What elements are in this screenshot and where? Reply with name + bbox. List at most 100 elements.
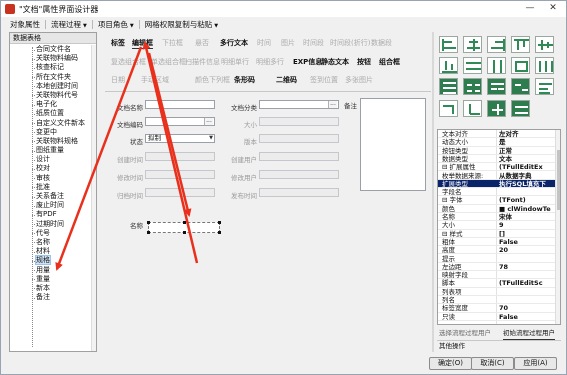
property-row[interactable]: 名称 宋体 bbox=[438, 213, 555, 222]
split-layout-icon[interactable] bbox=[511, 78, 530, 95]
modified-time-field[interactable] bbox=[145, 170, 215, 179]
tree-item[interactable]: 重量 bbox=[10, 275, 96, 284]
toolbar-widget-button[interactable]: 明细单行 bbox=[221, 56, 249, 68]
tree-item[interactable]: 代号 bbox=[10, 229, 96, 238]
tab-initial-process-users[interactable]: 初始流程过程用户 bbox=[503, 327, 555, 340]
menu-object-properties[interactable]: 对象属性 bbox=[7, 18, 43, 31]
property-row[interactable]: ⊟ 样式 [] bbox=[438, 230, 555, 238]
menu-project-role[interactable]: 项目角色 ▼ bbox=[95, 18, 137, 31]
size-field[interactable] bbox=[259, 117, 339, 126]
tree-item[interactable]: 名称 bbox=[10, 238, 96, 247]
property-row[interactable]: ⊟ 字体 (TFont) bbox=[438, 196, 555, 205]
tree-scrollbar[interactable] bbox=[91, 45, 96, 351]
bring-front-icon[interactable] bbox=[439, 100, 458, 117]
property-row[interactable]: 脚本 (TFullEditSc bbox=[438, 279, 555, 288]
tree-item[interactable]: 关联物料编码 bbox=[10, 54, 96, 63]
tree-item[interactable]: 本地创建时间 bbox=[10, 82, 96, 91]
property-value[interactable]: [] bbox=[499, 230, 555, 238]
send-back-icon[interactable] bbox=[463, 100, 482, 117]
group-layout-icon[interactable] bbox=[487, 78, 506, 95]
toolbar-widget-button[interactable]: 颜色下列框 bbox=[195, 74, 230, 86]
property-row[interactable]: 粗体 False bbox=[438, 238, 555, 247]
property-value[interactable]: 9 bbox=[499, 221, 555, 229]
tree-item[interactable]: 电子化 bbox=[10, 100, 96, 109]
property-value[interactable]: 是 bbox=[499, 138, 555, 146]
resize-handle[interactable] bbox=[183, 221, 186, 224]
grid-layout-icon[interactable] bbox=[463, 78, 482, 95]
doc-name-field[interactable] bbox=[145, 100, 215, 109]
menu-process[interactable]: 流程过程 ▼ bbox=[48, 18, 90, 31]
same-height-icon[interactable] bbox=[487, 57, 506, 74]
tree-item[interactable]: 审核 bbox=[10, 174, 96, 183]
tree-item[interactable]: 备注 bbox=[10, 293, 96, 302]
toolbar-widget-button[interactable]: 下拉框 bbox=[162, 37, 183, 49]
property-row[interactable]: ⊟ 扩展属性 (TFullEditEx bbox=[438, 163, 555, 172]
tree-item[interactable]: 材料 bbox=[10, 247, 96, 256]
version-field[interactable] bbox=[259, 134, 339, 143]
tree-item[interactable]: 关联物料规格 bbox=[10, 137, 96, 146]
property-row[interactable]: 列表项 bbox=[438, 288, 555, 296]
tree-item[interactable]: 用量 bbox=[10, 266, 96, 275]
toolbar-widget-button[interactable]: 扫描件信息 bbox=[185, 56, 220, 68]
toolbar-widget-button[interactable]: 按钮 bbox=[357, 56, 371, 68]
tree-item[interactable]: 所在文件夹 bbox=[10, 73, 96, 82]
property-value[interactable]: 正常 bbox=[499, 147, 555, 155]
same-size-icon[interactable] bbox=[511, 57, 530, 74]
toolbar-widget-button[interactable]: 编辑框 bbox=[132, 37, 153, 49]
property-row[interactable]: 数据类型 文本 bbox=[438, 155, 555, 164]
doc-code-field[interactable]: ... bbox=[145, 117, 215, 126]
tab-select-process-users[interactable]: 选择流程过程用户 bbox=[439, 327, 491, 339]
status-select[interactable]: 拟制 ▼ bbox=[145, 134, 215, 143]
align-right-icon[interactable] bbox=[487, 36, 506, 53]
tree-item[interactable]: 变更中 bbox=[10, 128, 96, 137]
cancel-button[interactable]: 取消(C) bbox=[471, 357, 514, 370]
toolbar-widget-button[interactable]: 组合框 bbox=[379, 56, 400, 68]
property-value[interactable]: False bbox=[499, 313, 555, 321]
tree-item[interactable]: 核查标记 bbox=[10, 63, 96, 72]
browse-button[interactable]: ... bbox=[328, 101, 337, 108]
property-row[interactable]: 按钮类型 正常 bbox=[438, 147, 555, 155]
browse-button[interactable]: ... bbox=[204, 118, 213, 125]
tree-item[interactable]: 校对 bbox=[10, 164, 96, 173]
align-center-icon[interactable] bbox=[463, 36, 482, 53]
tree-item[interactable]: 新本 bbox=[10, 284, 96, 293]
toolbar-widget-button[interactable]: 时间段(折行) bbox=[330, 37, 370, 49]
property-scrollbar[interactable] bbox=[555, 130, 560, 324]
toolbar-widget-button[interactable]: 标签 bbox=[111, 37, 125, 49]
property-value[interactable]: 70 bbox=[499, 304, 555, 312]
design-canvas[interactable]: 文档名称 文档分类 ... 备注 文档编码 ... 大小 状态 拟制 ▼ 版本 创… bbox=[105, 92, 431, 351]
property-row[interactable]: 标签宽度 70 bbox=[438, 304, 555, 313]
resize-handle[interactable] bbox=[218, 231, 221, 234]
remark-field[interactable] bbox=[360, 98, 426, 191]
toolbar-widget-button[interactable]: 时间段 bbox=[303, 37, 324, 49]
toolbar-widget-button[interactable]: 多张图片 bbox=[345, 74, 373, 86]
minimize-button[interactable]: — bbox=[523, 2, 537, 14]
toolbar-widget-button[interactable]: 时间 bbox=[257, 37, 271, 49]
align-bottom-icon[interactable] bbox=[439, 57, 458, 74]
property-value[interactable]: ■ clWindowTe bbox=[499, 205, 555, 213]
property-value[interactable]: 宋体 bbox=[499, 213, 555, 221]
property-row[interactable]: 映射字段 bbox=[438, 271, 555, 280]
modified-user-field[interactable] bbox=[259, 170, 339, 179]
selected-name-widget[interactable] bbox=[147, 221, 221, 234]
tree-item[interactable]: 规格 bbox=[10, 255, 96, 266]
resize-handle[interactable] bbox=[218, 221, 221, 224]
property-row[interactable]: 左边距 78 bbox=[438, 263, 555, 272]
property-value[interactable]: 文本 bbox=[499, 155, 555, 163]
property-value[interactable]: 78 bbox=[499, 263, 555, 271]
created-time-field[interactable] bbox=[145, 152, 215, 161]
property-row[interactable]: 颜色 ■ clWindowTe bbox=[438, 205, 555, 213]
toolbar-widget-button[interactable]: 二维码 bbox=[276, 74, 297, 86]
doc-category-field[interactable]: ... bbox=[259, 100, 339, 109]
ok-button[interactable]: 确定(O) bbox=[429, 357, 472, 370]
toolbar-widget-button[interactable]: 数据段 bbox=[371, 37, 392, 49]
toolbar-widget-button[interactable]: 签到位置 bbox=[310, 74, 338, 86]
toolbar-widget-button[interactable]: 明细多行 bbox=[256, 56, 284, 68]
apply-button[interactable]: 应用(A) bbox=[514, 357, 557, 370]
property-row[interactable]: 提示 bbox=[438, 255, 555, 263]
created-user-field[interactable] bbox=[259, 152, 339, 161]
tab-order-icon[interactable] bbox=[535, 78, 554, 95]
property-value[interactable]: (TFont) bbox=[499, 196, 555, 204]
resize-handle[interactable] bbox=[147, 221, 150, 224]
toolbar-widget-button[interactable]: 悬否 bbox=[195, 37, 209, 49]
